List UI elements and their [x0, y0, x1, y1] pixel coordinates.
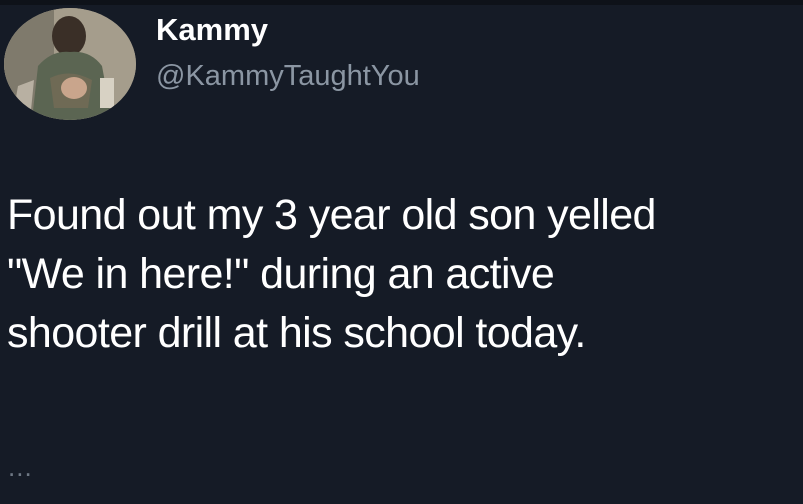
tweet-card: Kammy @KammyTaughtYou Found out my 3 yea…: [0, 0, 803, 504]
tweet-text-line: shooter drill at his school today.: [7, 309, 586, 357]
profile-photo-icon: [4, 8, 136, 120]
display-name[interactable]: Kammy: [156, 12, 268, 48]
user-handle[interactable]: @KammyTaughtYou: [156, 60, 420, 93]
tweet-text: Found out my 3 year old son yelled "We i…: [7, 186, 797, 363]
avatar[interactable]: [4, 8, 136, 120]
more-indicator: ...: [8, 452, 33, 482]
tweet-text-line: "We in here!" during an active: [7, 250, 555, 298]
top-divider: [0, 0, 803, 5]
tweet-text-line: Found out my 3 year old son yelled: [7, 191, 656, 239]
